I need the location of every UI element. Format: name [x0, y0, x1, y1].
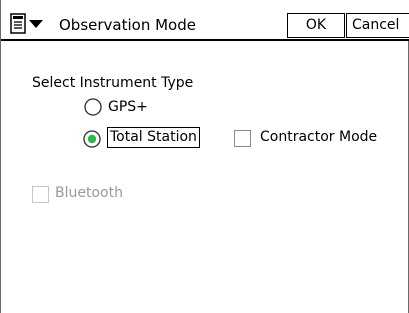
gps-radio[interactable] — [84, 98, 102, 116]
menu-list-icon — [10, 13, 43, 34]
total-station-label[interactable]: Total Station — [107, 127, 200, 148]
bluetooth-checkbox — [32, 186, 49, 203]
triangle-down-icon — [29, 20, 43, 28]
gps-label[interactable]: GPS+ — [108, 99, 148, 115]
cancel-button[interactable]: Cancel — [346, 13, 409, 38]
observation-mode-window: Observation Mode OK Cancel Select Instru… — [0, 0, 409, 313]
title-separator — [1, 39, 409, 41]
window-title: Observation Mode — [59, 16, 196, 34]
radio-unselected-icon — [84, 98, 102, 116]
menu-dropdown-button[interactable] — [10, 12, 52, 36]
contractor-mode-label[interactable]: Contractor Mode — [260, 129, 377, 145]
instrument-type-label: Select Instrument Type — [32, 75, 194, 91]
radio-selected-icon — [83, 130, 101, 148]
contractor-mode-checkbox[interactable] — [234, 130, 251, 147]
bluetooth-label: Bluetooth — [55, 185, 123, 201]
total-station-radio[interactable] — [83, 130, 101, 148]
ok-button[interactable]: OK — [287, 13, 345, 38]
title-bar: Observation Mode OK Cancel — [1, 0, 409, 39]
